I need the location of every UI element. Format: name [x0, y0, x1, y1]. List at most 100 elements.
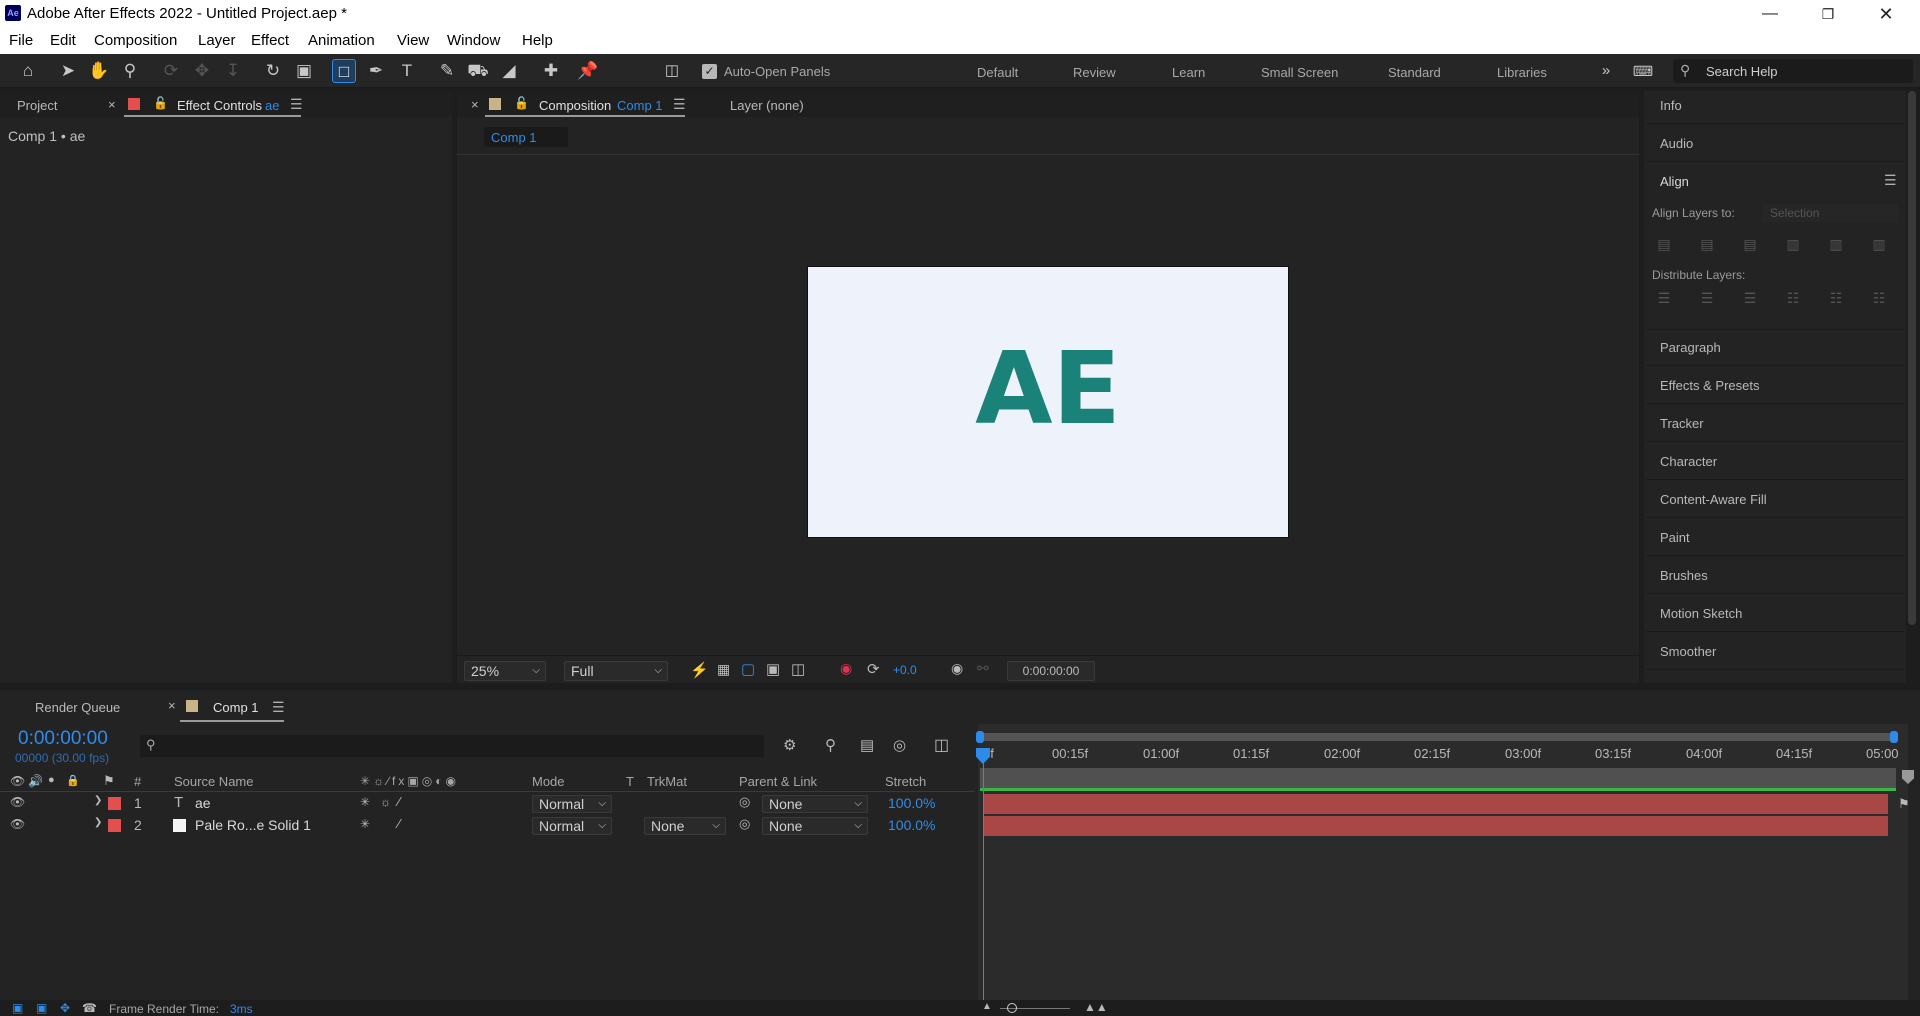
tab-project[interactable]: Project	[17, 98, 57, 113]
timeline-graph-area[interactable]	[978, 724, 1908, 1000]
orbit-camera-icon[interactable]: ⟳	[159, 59, 183, 83]
layer-row[interactable]: 👁 ❯ 2 Pale Ro...e Solid 1 ✳ ∕ Normal ⌵ No…	[0, 815, 975, 837]
layer-row[interactable]: 👁 ❯ 1 T ae ✳ ☼ ∕ Normal ⌵ ◎ None ⌵ 100.0%	[0, 793, 975, 815]
mask-visibility-icon[interactable]: ▢	[741, 660, 755, 678]
tab-render-queue[interactable]: Render Queue	[35, 700, 120, 715]
paint-panel-header[interactable]: Paint	[1646, 520, 1904, 556]
distribute-top-icon[interactable]: ☰	[1655, 290, 1673, 306]
puppet-pin-tool-icon[interactable]: 📌	[576, 59, 600, 83]
canvas-text-layer[interactable]: AE	[808, 339, 1288, 439]
menu-view[interactable]: View	[397, 32, 429, 49]
show-snapshot-icon[interactable]: ⚯	[977, 660, 989, 677]
menu-effect[interactable]: Effect	[251, 32, 289, 49]
brushes-panel-header[interactable]: Brushes	[1646, 558, 1904, 594]
rectangle-tool-icon[interactable]: □	[332, 59, 356, 83]
menu-layer[interactable]: Layer	[198, 32, 236, 49]
current-time-display[interactable]: 0:00:00:00	[18, 728, 108, 750]
close-tab-icon[interactable]: ×	[108, 97, 116, 112]
auto-open-checkbox[interactable]: ✓	[702, 64, 717, 79]
align-left-icon[interactable]: ▤	[1655, 236, 1673, 252]
tracker-panel-header[interactable]: Tracker	[1646, 406, 1904, 442]
workspace-libraries[interactable]: Libraries	[1497, 65, 1547, 80]
workspace-standard[interactable]: Standard	[1388, 65, 1441, 80]
expand-arrow-icon[interactable]: ❯	[94, 795, 102, 806]
pan-behind-tool-icon[interactable]: ▣	[292, 59, 316, 83]
character-panel-header[interactable]: Character	[1646, 444, 1904, 480]
close-timeline-tab-icon[interactable]: ×	[168, 698, 176, 713]
pan-camera-icon[interactable]: ✥	[190, 59, 214, 83]
trkmat-dropdown[interactable]: None ⌵	[644, 817, 726, 835]
motion-sketch-panel-header[interactable]: Motion Sketch	[1646, 596, 1904, 632]
brush-tool-icon[interactable]: ✎	[435, 59, 459, 83]
workspace-review[interactable]: Review	[1073, 65, 1116, 80]
zoom-out-icon[interactable]: ▲	[982, 1001, 992, 1012]
distribute-horizontal-center-icon[interactable]: ☷	[1827, 290, 1845, 306]
workspace-menu-icon[interactable]: ⌨	[1631, 59, 1655, 83]
stretch-value[interactable]: 100.0%	[888, 817, 935, 833]
more-workspaces-icon[interactable]: »	[1594, 59, 1618, 83]
workspace-learn[interactable]: Learn	[1172, 65, 1205, 80]
dolly-camera-icon[interactable]: ↧	[221, 59, 245, 83]
current-time-indicator[interactable]	[983, 748, 984, 1000]
lock-icon[interactable]: 🔓	[153, 96, 168, 110]
layer-label-swatch[interactable]	[108, 819, 121, 832]
home-icon[interactable]: ⌂	[16, 59, 40, 83]
quality-switch-icon[interactable]: ∕	[398, 794, 400, 809]
fast-previews-icon[interactable]: ⚡	[690, 661, 709, 679]
snapshot-camera-icon[interactable]: ◉	[951, 660, 963, 677]
layer-duration-bar[interactable]	[983, 794, 1888, 814]
menu-file[interactable]: File	[9, 32, 33, 49]
distribute-left-icon[interactable]: ☷	[1784, 290, 1802, 306]
reset-exposure-icon[interactable]: ⟳	[867, 660, 880, 678]
timeline-search-input[interactable]: ⚲	[140, 735, 764, 757]
motion-blur-icon[interactable]: ◎	[893, 736, 906, 754]
panel-menu-icon[interactable]: ☰	[290, 96, 303, 113]
eye-icon[interactable]: 👁	[10, 817, 25, 831]
panel-toggle-icon[interactable]: ◫	[660, 59, 684, 83]
quality-switch-icon[interactable]: ∕	[398, 816, 400, 831]
work-area-start-handle[interactable]	[976, 731, 984, 743]
region-of-interest-icon[interactable]: ▣	[766, 660, 780, 678]
layer-switches-toggle-icon[interactable]: ▣	[12, 1001, 23, 1015]
work-area-region[interactable]	[980, 768, 1896, 788]
transfer-controls-toggle-icon[interactable]: ▣	[36, 1001, 47, 1015]
layer-marker-icon[interactable]: ⚑	[1898, 796, 1910, 812]
comp-subtab[interactable]: Comp 1	[484, 127, 568, 147]
work-area-end-handle[interactable]	[1890, 731, 1898, 743]
shy-switch-icon[interactable]: ✳	[360, 795, 370, 809]
align-bottom-icon[interactable]: ▥	[1870, 236, 1888, 252]
mode-dropdown[interactable]: Normal ⌵	[532, 795, 612, 813]
distribute-right-icon[interactable]: ☷	[1870, 290, 1888, 306]
smoother-panel-header[interactable]: Smoother	[1646, 634, 1904, 670]
continuous-raster-icon[interactable]: ☼	[380, 795, 391, 809]
layer-name[interactable]: ae	[195, 795, 211, 811]
composition-canvas[interactable]: AE	[808, 267, 1288, 537]
tab-layer[interactable]: Layer (none)	[730, 98, 804, 113]
align-horizontal-center-icon[interactable]: ▤	[1698, 236, 1716, 252]
minimize-icon[interactable]: —	[1747, 0, 1793, 28]
selection-tool-icon[interactable]: ➤	[56, 59, 80, 83]
eye-icon[interactable]: 👁	[10, 795, 25, 809]
menu-help[interactable]: Help	[522, 32, 553, 49]
menu-window[interactable]: Window	[447, 32, 500, 49]
work-area-bar[interactable]	[978, 733, 1896, 741]
expand-arrow-icon[interactable]: ❯	[94, 817, 102, 828]
hand-tool-icon[interactable]: ✋	[87, 59, 111, 83]
column-source-name[interactable]: Source Name	[174, 774, 253, 789]
stretch-value[interactable]: 100.0%	[888, 795, 935, 811]
menu-edit[interactable]: Edit	[50, 32, 76, 49]
in-out-toggle-icon[interactable]: ✥	[60, 1001, 70, 1015]
clone-stamp-tool-icon[interactable]: ⛟	[466, 59, 490, 83]
layer-name[interactable]: Pale Ro...e Solid 1	[195, 817, 311, 833]
search-help-field[interactable]: ⚲ Search Help	[1673, 59, 1913, 83]
frame-blending-icon[interactable]: ▤	[860, 736, 874, 754]
shy-switch-icon[interactable]: ✳	[360, 817, 370, 831]
exposure-value[interactable]: +0.0	[893, 663, 917, 677]
viewer-menu-icon[interactable]: ☰	[673, 96, 686, 113]
menu-composition[interactable]: Composition	[94, 32, 177, 49]
right-panel-scrollbar[interactable]	[1908, 91, 1916, 625]
menu-animation[interactable]: Animation	[308, 32, 375, 49]
align-menu-icon[interactable]: ☰	[1884, 172, 1897, 189]
restore-icon[interactable]: ❐	[1805, 0, 1851, 28]
layer-duration-bar[interactable]	[983, 816, 1888, 836]
